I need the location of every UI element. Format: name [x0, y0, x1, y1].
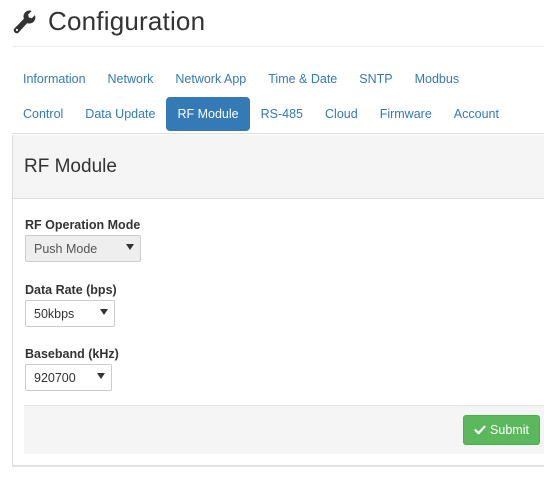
check-icon [474, 425, 486, 435]
baseband-value: 920700 [34, 370, 76, 385]
chevron-down-icon [97, 373, 105, 379]
rf-operation-mode-value: Push Mode [34, 241, 98, 256]
tab-modbus[interactable]: Modbus [404, 64, 470, 94]
tab-firmware[interactable]: Firmware [369, 99, 443, 129]
tab-information[interactable]: Information [12, 64, 97, 94]
tab-rs-485[interactable]: RS-485 [250, 99, 314, 129]
tab-data-update[interactable]: Data Update [74, 99, 166, 129]
tab-time-date[interactable]: Time & Date [257, 64, 348, 94]
data-rate-label: Data Rate (bps) [25, 283, 117, 297]
tab-network[interactable]: Network [97, 64, 165, 94]
submit-button[interactable]: Submit [463, 415, 540, 445]
data-rate-select[interactable]: 50kbps [25, 300, 115, 327]
baseband-select[interactable]: 920700 [25, 364, 112, 391]
tab-rf-module[interactable]: RF Module [166, 97, 250, 131]
tab-cloud[interactable]: Cloud [314, 99, 369, 129]
tabs-row-2: Control Data Update RF Module RS-485 Clo… [12, 97, 510, 131]
header-divider [12, 46, 544, 47]
rf-operation-mode-select[interactable]: Push Mode [25, 235, 141, 262]
form-footer: Submit [24, 405, 544, 454]
panel-title: RF Module [24, 155, 117, 177]
chevron-down-icon [126, 244, 134, 250]
chevron-down-icon [100, 309, 108, 315]
data-rate-value: 50kbps [34, 306, 75, 321]
tab-sntp[interactable]: SNTP [348, 64, 403, 94]
tab-control[interactable]: Control [12, 99, 74, 129]
baseband-label: Baseband (kHz) [25, 347, 119, 361]
submit-label: Submit [490, 423, 529, 437]
tabs-row-1: Information Network Network App Time & D… [12, 64, 470, 94]
page-header: Configuration [12, 6, 205, 37]
tab-account[interactable]: Account [443, 99, 510, 129]
page-title: Configuration [48, 6, 206, 36]
tabs-divider [12, 133, 544, 134]
panel-bottom-divider [12, 466, 544, 467]
wrench-icon [13, 10, 36, 33]
rf-operation-mode-label: RF Operation Mode [25, 218, 141, 232]
panel-heading: RF Module [13, 135, 544, 199]
tab-network-app[interactable]: Network App [164, 64, 257, 94]
rf-module-panel: RF Module RF Operation Mode Push Mode Da… [12, 135, 544, 466]
